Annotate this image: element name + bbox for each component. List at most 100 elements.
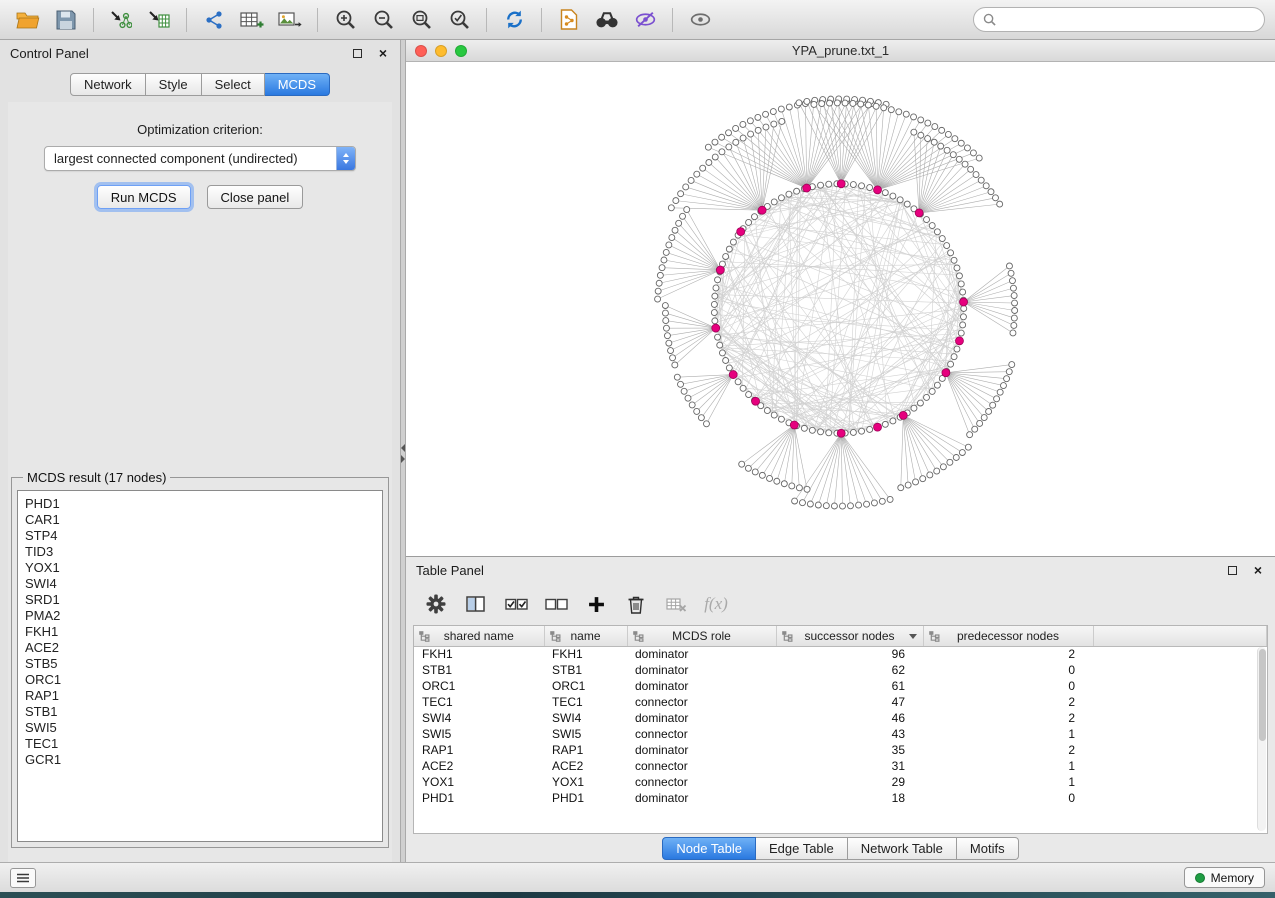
mcds-node-item[interactable]: TEC1 [25, 736, 375, 752]
save-session-button[interactable] [48, 4, 84, 36]
table-cell[interactable]: TEC1 [414, 694, 544, 710]
mcds-node-item[interactable]: TID3 [25, 544, 375, 560]
table-cell[interactable]: STB1 [544, 662, 627, 678]
zoom-fit-button[interactable] [403, 4, 439, 36]
import-network-button[interactable] [103, 4, 139, 36]
clear-table-button[interactable] [660, 589, 692, 619]
table-cell[interactable]: 29 [776, 774, 923, 790]
tab-mcds[interactable]: MCDS [265, 73, 330, 96]
minimize-window-icon[interactable] [435, 45, 447, 57]
delete-column-button[interactable] [620, 589, 652, 619]
table-cell[interactable]: 2 [923, 710, 1093, 726]
network-canvas[interactable] [406, 62, 1275, 556]
mcds-node-item[interactable]: ORC1 [25, 672, 375, 688]
tab-select[interactable]: Select [202, 73, 265, 96]
table-cell[interactable]: 18 [776, 790, 923, 806]
close-panel-button[interactable]: × [376, 46, 390, 60]
table-cell[interactable]: 0 [923, 790, 1093, 806]
table-cell[interactable]: dominator [627, 742, 776, 758]
table-cell[interactable]: dominator [627, 710, 776, 726]
mcds-node-item[interactable]: PMA2 [25, 608, 375, 624]
table-cell[interactable]: dominator [627, 662, 776, 678]
table-cell[interactable]: FKH1 [414, 646, 544, 662]
close-window-icon[interactable] [415, 45, 427, 57]
clone-network-button[interactable] [551, 4, 587, 36]
column-header-MCDS-role[interactable]: MCDS role [627, 626, 776, 646]
mcds-node-item[interactable]: STB1 [25, 704, 375, 720]
table-cell[interactable]: 0 [923, 678, 1093, 694]
table-cell[interactable]: 1 [923, 726, 1093, 742]
tab-motifs[interactable]: Motifs [957, 837, 1019, 860]
mcds-node-item[interactable]: ACE2 [25, 640, 375, 656]
unselect-all-rows-button[interactable] [540, 589, 572, 619]
table-cell[interactable]: 1 [923, 758, 1093, 774]
mcds-node-item[interactable]: STB5 [25, 656, 375, 672]
hide-selection-button[interactable] [627, 4, 663, 36]
close-table-panel-button[interactable]: × [1251, 563, 1265, 577]
table-cell[interactable]: dominator [627, 646, 776, 662]
table-cell[interactable]: connector [627, 694, 776, 710]
table-cell[interactable]: connector [627, 758, 776, 774]
table-cell[interactable]: 46 [776, 710, 923, 726]
table-cell[interactable]: connector [627, 774, 776, 790]
toolbar-search[interactable] [973, 7, 1265, 32]
table-cell[interactable]: ORC1 [544, 678, 627, 694]
table-cell[interactable]: 96 [776, 646, 923, 662]
table-cell[interactable]: RAP1 [544, 742, 627, 758]
mcds-node-item[interactable]: SWI5 [25, 720, 375, 736]
show-columns-button[interactable] [460, 589, 492, 619]
add-column-button[interactable] [580, 589, 612, 619]
table-row[interactable]: TEC1TEC1connector472 [414, 694, 1266, 710]
mcds-node-item[interactable]: STP4 [25, 528, 375, 544]
task-history-button[interactable] [10, 868, 36, 888]
table-scrollbar-thumb[interactable] [1259, 649, 1266, 741]
table-cell[interactable]: SWI5 [544, 726, 627, 742]
table-cell[interactable]: 61 [776, 678, 923, 694]
mcds-node-item[interactable]: SRD1 [25, 592, 375, 608]
tab-network-table[interactable]: Network Table [848, 837, 957, 860]
tab-edge-table[interactable]: Edge Table [756, 837, 848, 860]
new-table-button[interactable] [234, 4, 270, 36]
table-cell[interactable]: connector [627, 726, 776, 742]
tab-network[interactable]: Network [70, 73, 146, 96]
table-row[interactable]: ACE2ACE2connector311 [414, 758, 1266, 774]
float-table-panel-button[interactable] [1225, 563, 1239, 577]
table-cell[interactable]: SWI5 [414, 726, 544, 742]
table-row[interactable]: YOX1YOX1connector291 [414, 774, 1266, 790]
table-cell[interactable]: RAP1 [414, 742, 544, 758]
table-cell[interactable]: TEC1 [544, 694, 627, 710]
table-cell[interactable]: 2 [923, 694, 1093, 710]
mcds-node-item[interactable]: YOX1 [25, 560, 375, 576]
column-header-successor-nodes[interactable]: successor nodes [776, 626, 923, 646]
table-cell[interactable]: 31 [776, 758, 923, 774]
table-cell[interactable]: dominator [627, 678, 776, 694]
column-header-predecessor-nodes[interactable]: predecessor nodes [923, 626, 1093, 646]
table-scrollbar[interactable] [1257, 647, 1266, 831]
divider-collapse-arrows[interactable] [401, 444, 405, 463]
table-cell[interactable]: 0 [923, 662, 1093, 678]
criterion-dropdown[interactable]: largest connected component (undirected) [44, 146, 356, 171]
table-row[interactable]: STB1STB1dominator620 [414, 662, 1266, 678]
float-panel-button[interactable] [350, 46, 364, 60]
function-builder-button[interactable]: f(x) [700, 589, 732, 619]
refresh-view-button[interactable] [496, 4, 532, 36]
table-cell[interactable]: YOX1 [414, 774, 544, 790]
mcds-node-item[interactable]: SWI4 [25, 576, 375, 592]
mcds-result-list[interactable]: PHD1CAR1STP4TID3YOX1SWI4SRD1PMA2FKH1ACE2… [17, 490, 383, 842]
table-cell[interactable]: 62 [776, 662, 923, 678]
table-settings-button[interactable] [420, 589, 452, 619]
table-cell[interactable]: SWI4 [544, 710, 627, 726]
table-cell[interactable]: 1 [923, 774, 1093, 790]
memory-button[interactable]: Memory [1184, 867, 1265, 888]
column-header-name[interactable]: name [544, 626, 627, 646]
zoom-in-button[interactable] [327, 4, 363, 36]
close-mcds-panel-button[interactable]: Close panel [207, 185, 304, 209]
table-cell[interactable]: dominator [627, 790, 776, 806]
mcds-node-item[interactable]: GCR1 [25, 752, 375, 768]
panel-split-divider[interactable] [400, 40, 406, 862]
table-row[interactable]: RAP1RAP1dominator352 [414, 742, 1266, 758]
table-cell[interactable]: STB1 [414, 662, 544, 678]
zoom-out-button[interactable] [365, 4, 401, 36]
table-cell[interactable]: YOX1 [544, 774, 627, 790]
export-image-button[interactable] [272, 4, 308, 36]
